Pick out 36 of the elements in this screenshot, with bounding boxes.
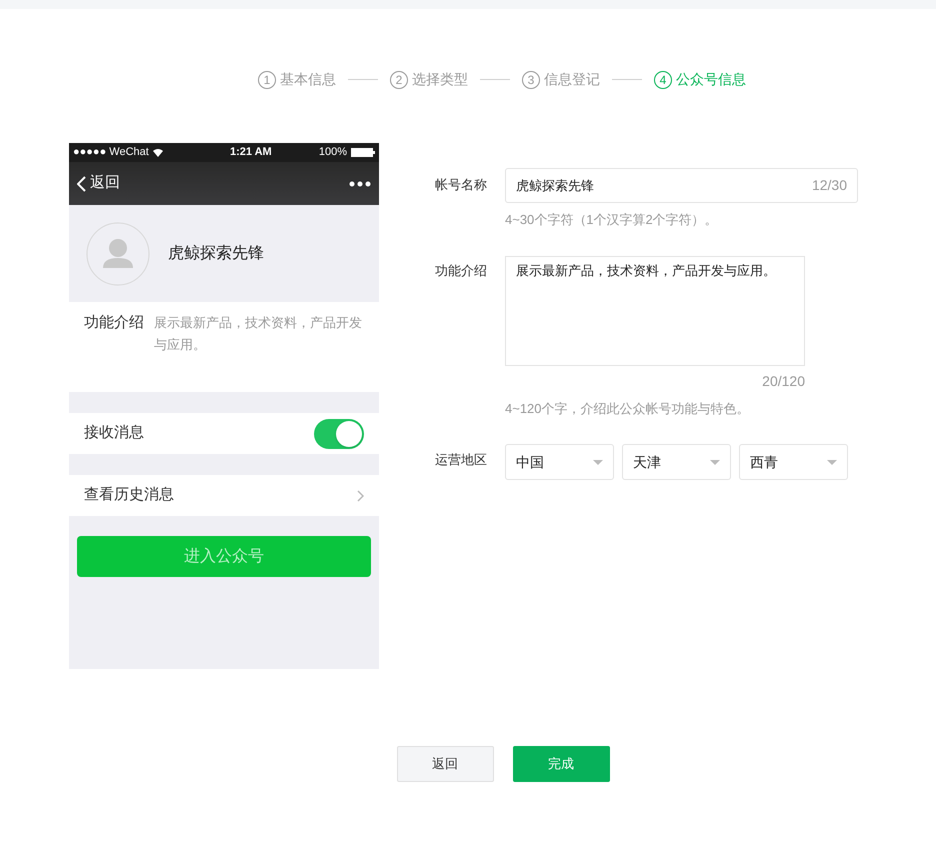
back-button[interactable]: 返回 — [396, 746, 494, 782]
region-select[interactable]: 西青 — [739, 444, 848, 480]
history-label: 查看历史消息 — [84, 485, 174, 506]
avatar-icon — [86, 222, 150, 286]
back-link[interactable]: 返回 — [77, 172, 120, 195]
field-label: 运营地区 — [435, 451, 488, 469]
name-value: 虎鲸探索先锋 — [516, 176, 594, 195]
char-counter: 20/120 — [761, 372, 805, 390]
history-row[interactable]: 查看历史消息 — [69, 475, 379, 516]
account-name: 虎鲸探索先锋 — [168, 244, 264, 264]
step-item: 3 信息登记 — [522, 69, 600, 90]
field-hint: 4~120个字，介绍此公众帐号功能与特色。 — [505, 400, 751, 418]
intro-label: 功能介绍 — [84, 313, 144, 333]
chevron-left-icon — [77, 176, 86, 192]
battery-icon — [351, 148, 375, 157]
intro-text: 展示最新产品，技术资料，产品开发与应用。 — [154, 314, 363, 354]
receive-label: 接收消息 — [84, 423, 144, 444]
intro-textarea[interactable]: 展示最新产品，技术资料，产品开发与应用。 — [505, 256, 805, 366]
region-select[interactable]: 天津 — [622, 444, 731, 480]
dropdown-arrow-icon — [593, 460, 603, 464]
step-item: 4 公众号信息 — [654, 69, 746, 90]
wifi-icon — [152, 148, 163, 156]
dropdown-arrow-icon — [710, 460, 720, 464]
more-icon[interactable] — [349, 180, 371, 186]
dropdown-arrow-icon — [827, 460, 837, 464]
name-input[interactable]: 虎鲸探索先锋 12/30 — [505, 168, 858, 203]
region-select[interactable]: 中国 — [505, 444, 614, 480]
toggle-switch[interactable] — [314, 418, 364, 448]
field-hint: 4~30个字符（1个汉字算2个字符）。 — [505, 211, 719, 229]
char-counter: 12/30 — [812, 176, 847, 195]
phone-status-bar: ●●●●● WeChat 1:21 AM 100% — [69, 143, 379, 162]
chevron-right-icon — [357, 490, 364, 502]
step-item: 2 选择类型 — [390, 69, 468, 90]
step-item: 1 基本信息 — [258, 69, 336, 90]
field-label: 帐号名称 — [435, 176, 488, 194]
field-label: 功能介绍 — [435, 262, 488, 280]
